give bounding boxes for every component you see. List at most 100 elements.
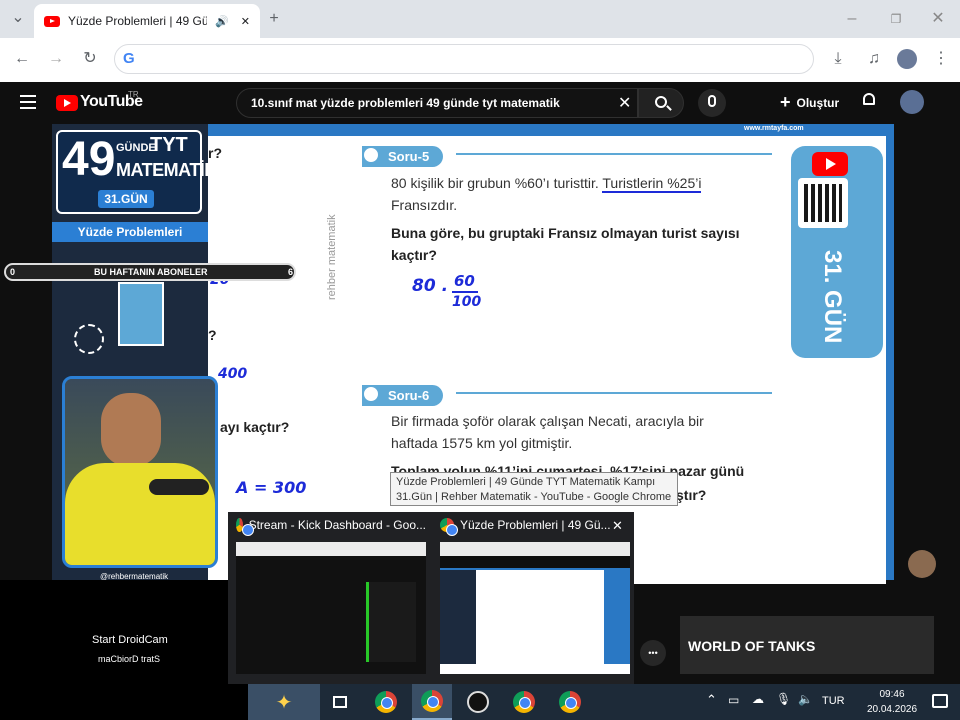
book-cover-image [118,282,164,346]
network-icon[interactable]: ▭ [728,693,739,707]
search-button[interactable] [638,88,684,118]
chrome-youtube-taskbar-icon[interactable] [504,684,544,720]
handwritten-left-3: A = 300 [236,478,307,497]
topic-banner: Yüzde Problemleri [52,222,208,242]
chrome-icon [440,518,458,536]
speaker-icon: 🔊 [215,15,229,28]
task-view-icon[interactable] [320,684,360,720]
droidcam-window: Start DroidCam maCbiorD tratS [0,580,248,720]
hamburger-menu-icon[interactable] [20,95,36,109]
voice-search-button[interactable] [698,89,726,117]
thumb-title-stream[interactable]: Stream - Kick Dashboard - Goo... [236,518,426,536]
droidcam-start-label[interactable]: Start DroidCam [92,634,168,646]
ad-brand: WORLD OF TANKS [688,638,816,654]
window-close-button[interactable]: ✕ [926,7,950,31]
subscriber-ticker: 0 BU HAFTANIN ABONELER 6 [4,263,296,281]
media-control-icon[interactable]: ♫ [862,47,886,71]
tray-chevron-icon[interactable]: ⌃ [706,692,717,708]
browser-tab[interactable]: Yüzde Problemleri | 49 Günde 🔊 ✕ [34,4,260,38]
chrome-profile-taskbar-icon[interactable] [412,684,452,720]
maximize-button[interactable]: ❐ [884,7,908,31]
clock[interactable]: 09:46 20.04.2026 [854,687,930,717]
obs-taskbar-icon[interactable] [458,684,498,720]
back-button[interactable]: ← [10,47,34,71]
plus-icon: + [780,92,791,112]
tab-strip: ⌄ Yüzde Problemleri | 49 Günde 🔊 ✕ + – ❐… [0,0,960,38]
play-circle-icon [362,385,380,403]
soru5-question-1: Buna göre, bu gruptaki Fransız olmayan t… [391,225,740,241]
tab-search-icon[interactable]: ⌄ [6,6,30,30]
create-button[interactable]: + Oluştur [780,92,839,113]
side-day-label: 31. GÜN [819,250,846,344]
soru6-line1: Bir firmada şoför olarak çalışan Necati,… [391,413,704,429]
tab-close-icon[interactable]: ✕ [241,15,250,28]
tooltip-line1: Yüzde Problemleri | 49 Günde TYT Matemat… [396,476,656,488]
clock-time: 09:46 [879,689,905,700]
tab-title: Yüzde Problemleri | 49 Günde [68,14,208,28]
cut-text-3: ayı kaçtır? [220,419,290,435]
windows-taskbar: ✦ ⌃ ▭ ☁ 🎙 🔈 TUR 09:46 20.04.2026 [248,684,960,720]
country-code: TR [128,90,139,99]
youtube-play-icon [812,152,848,176]
chrome-second-taskbar-icon[interactable] [550,684,590,720]
droidcam-mirrored-label: maCbiorD tratS [98,654,161,664]
fraction-bar [452,291,478,293]
soru5-line1: 80 kişilik bir grubun %60’ı turisttir. T… [391,175,702,193]
copilot-icon[interactable]: ✦ [248,684,320,720]
thumb-close-icon[interactable]: ✕ [612,518,623,534]
site-watermark: www.rmtayfa.com [744,125,804,132]
youtube-search-input[interactable]: 10.sınıf mat yüzde problemleri 49 günde … [236,88,638,118]
ticker-right-count: 6 [288,267,294,277]
window-tooltip: Yüzde Problemleri | 49 Günde TYT Matemat… [390,472,678,506]
google-icon: G [123,50,135,67]
handwritten-numerator: 60 [454,272,475,290]
webcam-overlay [62,376,218,568]
thumb-title-youtube[interactable]: Yüzde Problemleri | 49 Gü... [440,518,611,536]
volume-icon[interactable]: 🔈 [798,692,813,706]
notifications-bell-icon[interactable] [861,93,877,109]
qr-code-icon [798,178,848,228]
rehber-watermark: rehber matematik [326,214,338,300]
thumb-youtube-video[interactable] [440,542,630,674]
handwritten-denominator: 100 [452,294,482,310]
download-button[interactable]: ⤓ [826,47,850,71]
handwritten-80: 80 . [412,276,449,296]
new-tab-button[interactable]: + [262,7,286,31]
divider [456,153,772,155]
clear-search-icon[interactable]: ✕ [618,93,631,113]
soru5-line2: Fransızdır. [391,197,458,213]
more-button[interactable]: ••• [640,640,666,666]
youtube-favicon-icon [44,15,60,27]
ad-banner[interactable]: WORLD OF TANKS [680,616,934,674]
chrome-menu-button[interactable]: ⋮ [929,47,953,71]
soru5-question-2: kaçtır? [391,247,437,263]
ticker-text: BU HAFTANIN ABONELER [94,267,208,277]
youtube-account-avatar[interactable] [900,90,924,114]
input-language[interactable]: TUR [822,695,845,707]
chrome-taskbar-icon[interactable] [366,684,406,720]
soru6-line2: haftada 1575 km yol gitmiştir. [391,435,573,451]
dashed-circle-decoration [74,324,104,354]
handwritten-left-2: 400 [218,366,248,382]
address-bar[interactable]: G [114,44,814,74]
create-label: Oluştur [796,95,840,110]
thumb-kick-dashboard[interactable] [236,542,426,674]
soru6-question-2: ştır? [676,487,707,503]
logo-matematik: MATEMATİK [116,160,217,180]
mic-tray-icon[interactable]: 🎙 [776,692,791,706]
notification-center-icon[interactable] [932,694,948,708]
taskbar-thumbnail-popup: Stream - Kick Dashboard - Goo... Yüzde P… [228,512,634,684]
forward-button[interactable]: → [44,47,68,71]
profile-avatar[interactable] [897,49,917,69]
channel-avatar[interactable] [908,550,936,578]
play-circle-icon [362,146,380,164]
reload-button[interactable]: ↻ [78,47,102,71]
minimize-button[interactable]: – [840,7,864,31]
clock-date: 20.04.2026 [866,704,918,715]
cloud-icon[interactable]: ☁ [752,692,764,706]
youtube-logo-icon[interactable] [56,95,78,111]
49-gunde-logo: 49 GÜNDE TYT MATEMATİK 31.GÜN [56,130,217,214]
divider [456,392,772,394]
microphone-icon [149,479,209,495]
day-badge: 31.GÜN [98,190,154,208]
